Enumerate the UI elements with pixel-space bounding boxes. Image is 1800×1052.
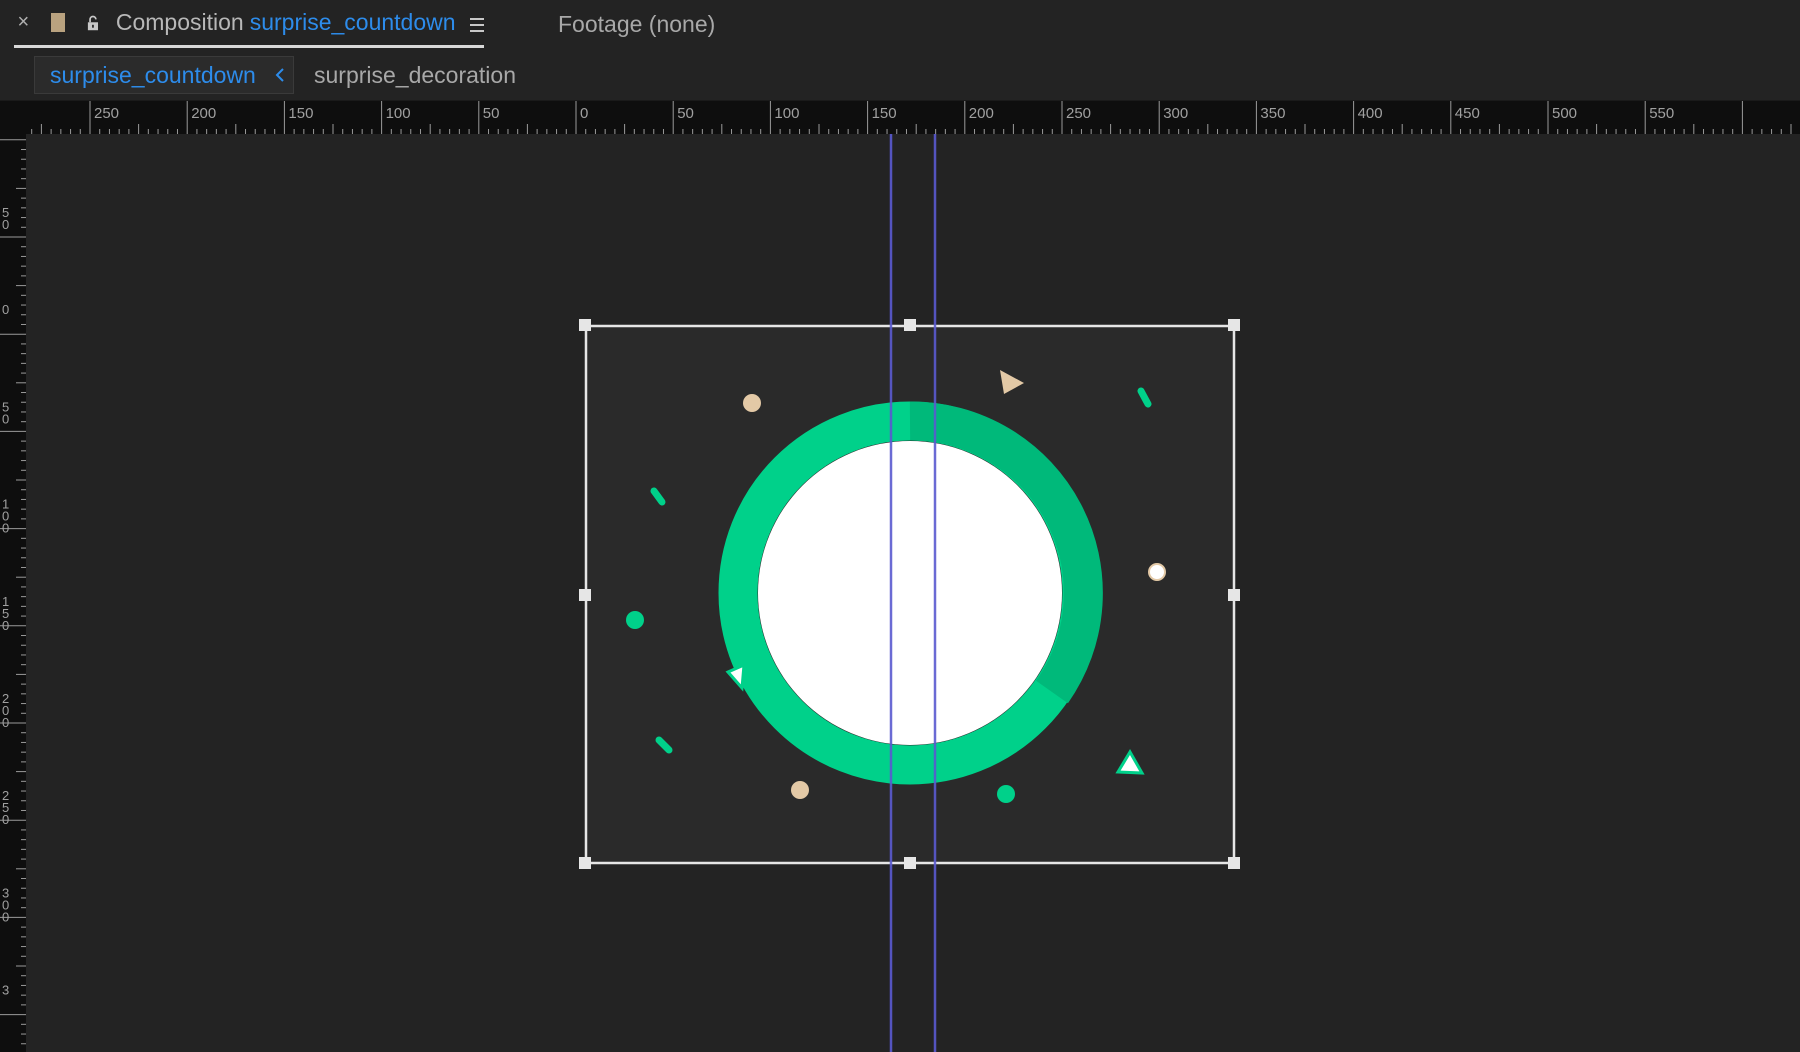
ruler-label: 500 xyxy=(1552,105,1577,122)
handle-middle-left[interactable] xyxy=(579,589,591,601)
countdown-face[interactable] xyxy=(758,441,1062,745)
confetti-dot xyxy=(626,611,644,629)
composition-navigator: surprise_countdown surprise_decoration xyxy=(0,48,1800,101)
ruler-label: 50 xyxy=(677,105,694,122)
ruler-label: 0 xyxy=(2,812,9,827)
ruler-label: 0 xyxy=(2,411,9,426)
ruler-label: 550 xyxy=(1649,105,1674,122)
tab-title-composition-name: surprise_countdown xyxy=(249,9,456,35)
handle-middle-right[interactable] xyxy=(1228,589,1240,601)
confetti-dot xyxy=(1148,563,1166,581)
ruler-label: 250 xyxy=(1066,105,1091,122)
chevron-left-icon[interactable] xyxy=(273,65,287,85)
horizontal-ruler[interactable]: 250 200 150 100 50 0 50 100 150 200 250 300 350 400 45… xyxy=(0,101,1800,134)
vertical-ruler[interactable]: 500501001502002503003 xyxy=(0,134,26,1052)
ruler-label: 0 xyxy=(2,521,9,536)
handle-top-right[interactable] xyxy=(1228,319,1240,331)
ruler-label: 200 xyxy=(191,105,216,122)
tab-title-prefix: Composition xyxy=(115,9,244,35)
ruler-label: 0 xyxy=(2,618,9,633)
ruler-label: 350 xyxy=(1260,105,1285,122)
panel-tab-bar: × Composition surprise_countdown Footage… xyxy=(0,0,1800,48)
ruler-label: 400 xyxy=(1358,105,1383,122)
confetti-dot xyxy=(743,394,761,412)
ruler-label: 0 xyxy=(580,105,588,122)
close-icon[interactable]: × xyxy=(14,11,33,34)
ruler-label: 50 xyxy=(483,105,500,122)
ruler-label: 150 xyxy=(872,105,897,122)
ruler-label: 150 xyxy=(288,105,313,122)
ruler-label: 450 xyxy=(1455,105,1480,122)
breadcrumb-active-label: surprise_countdown xyxy=(50,61,256,88)
handle-bottom-center[interactable] xyxy=(904,857,916,869)
ruler-label: 100 xyxy=(386,105,411,122)
ruler-label: 0 xyxy=(2,302,9,317)
label-color-swatch[interactable] xyxy=(50,13,65,32)
handle-bottom-right[interactable] xyxy=(1228,857,1240,869)
handle-top-center[interactable] xyxy=(904,319,916,331)
composition-viewer[interactable] xyxy=(26,134,1800,1052)
ruler-label: 0 xyxy=(2,909,9,924)
ruler-label: 100 xyxy=(774,105,799,122)
ruler-label: 300 xyxy=(1163,105,1188,122)
handle-bottom-left[interactable] xyxy=(579,857,591,869)
ruler-label: 0 xyxy=(2,715,9,730)
breadcrumb-next[interactable]: surprise_decoration xyxy=(314,60,516,90)
confetti-dot xyxy=(791,781,809,799)
lock-open-icon[interactable] xyxy=(85,11,102,35)
ruler-label: 3 xyxy=(2,983,9,998)
ruler-label: 200 xyxy=(969,105,994,122)
tab-footage[interactable]: Footage (none) xyxy=(558,0,715,48)
ruler-label: 0 xyxy=(2,217,9,232)
confetti-dot xyxy=(997,785,1015,803)
tab-composition[interactable]: × Composition surprise_countdown xyxy=(14,0,484,48)
handle-top-left[interactable] xyxy=(579,319,591,331)
ruler-label: 250 xyxy=(94,105,119,122)
breadcrumb-active[interactable]: surprise_countdown xyxy=(34,56,294,94)
hamburger-icon[interactable] xyxy=(469,14,484,32)
